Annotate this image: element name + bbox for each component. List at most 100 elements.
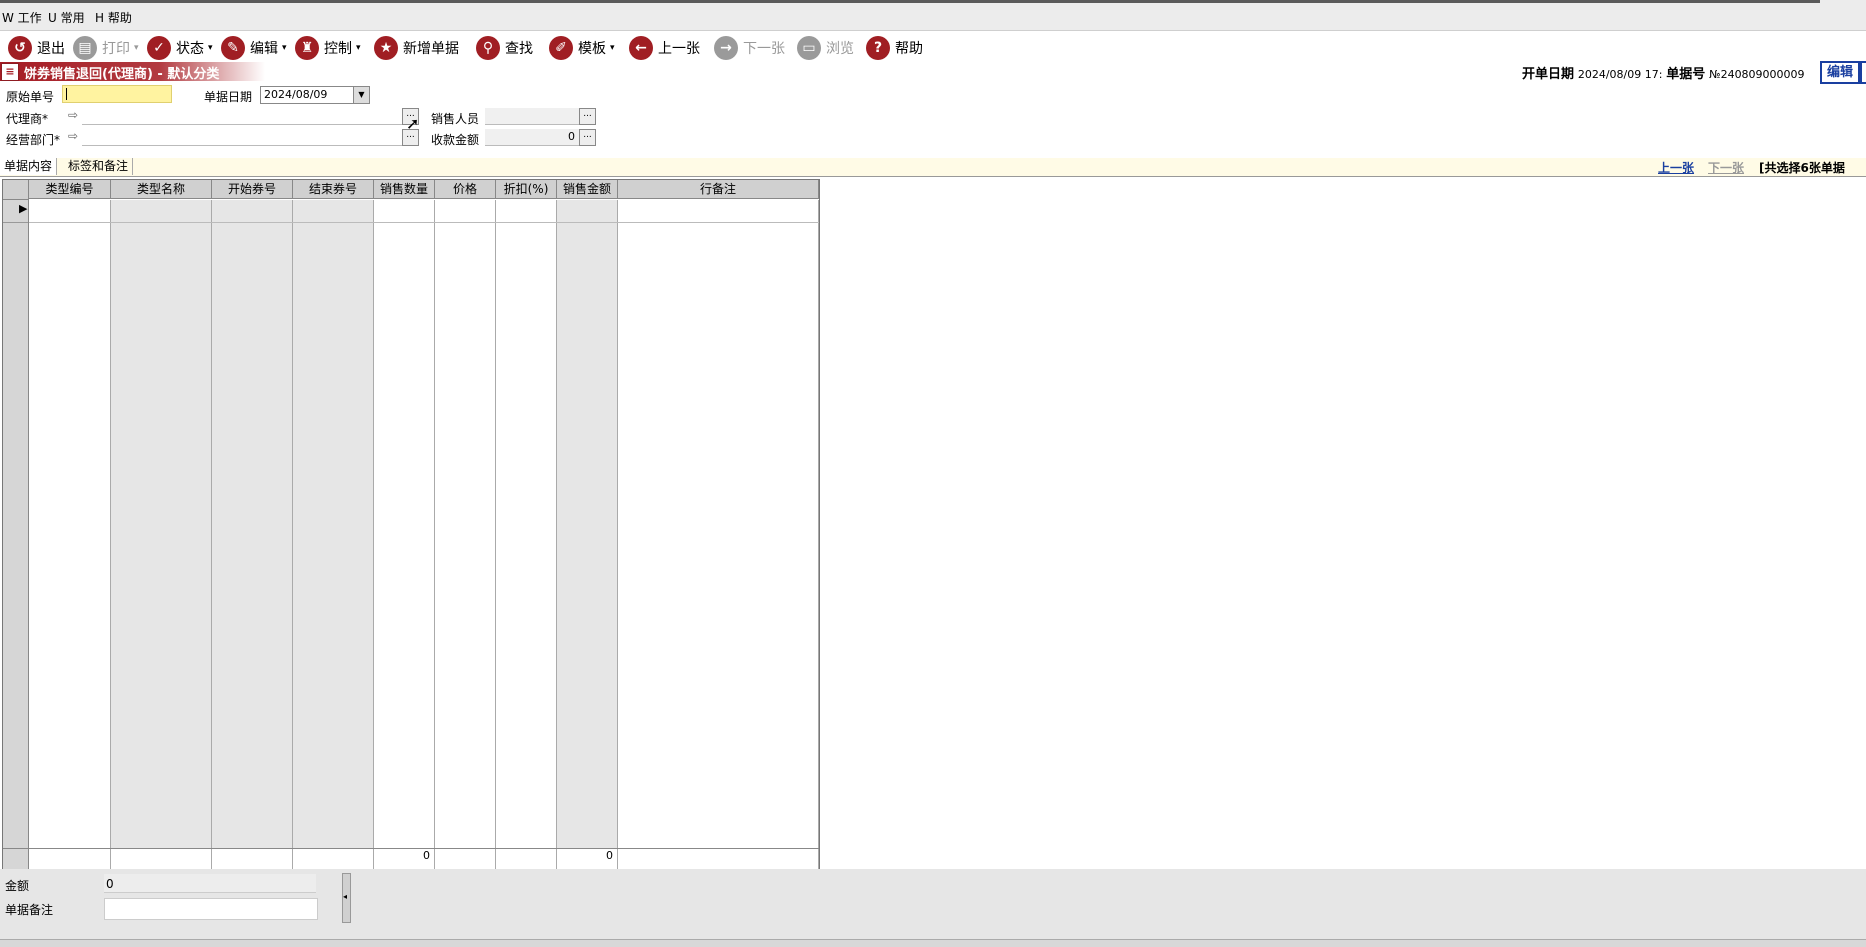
menu-bar: W 工作 U 常用 H 帮助 (0, 0, 1866, 31)
orig-no-input[interactable] (62, 85, 172, 103)
row-header-column: ▶ (3, 180, 29, 870)
menu-work[interactable]: W 工作 (2, 9, 42, 26)
new-doc-button[interactable]: ★ 新增单据 (374, 34, 459, 62)
open-date-value: 2024/08/09 17: (1577, 68, 1663, 81)
open-date-label: 开单日期 (1522, 67, 1575, 82)
dept-lookup-button[interactable]: ... (402, 129, 419, 146)
folder-icon: ▭ (797, 36, 821, 60)
arrow-right-icon: → (714, 36, 738, 60)
check-icon: ✓ (147, 36, 171, 60)
arrow-left-icon: ← (629, 36, 653, 60)
help-button[interactable]: ? 帮助 (866, 34, 923, 62)
agent-label: 代理商* (6, 112, 49, 126)
col-header-row-remark[interactable]: 行备注 (618, 180, 819, 199)
exit-button[interactable]: ↺ 退出 (8, 34, 65, 62)
tab-strip: 单据内容 标签和备注 上一张 下一张 [共选择6张单据 (0, 158, 1866, 177)
list-icon: ≡ (1, 63, 19, 81)
dept-input[interactable] (82, 129, 402, 146)
col-header-discount[interactable]: 折扣(%) (496, 180, 557, 199)
bottom-remark-label: 单据备注 (5, 903, 54, 917)
row-marker-icon: ▶ (19, 202, 28, 215)
menu-common[interactable]: U 常用 (48, 9, 85, 26)
template-button[interactable]: ✐ 模板 ▾ (549, 34, 615, 62)
printer-icon: ▤ (73, 36, 97, 60)
pencil-icon: ✎ (221, 36, 245, 60)
col-sale-amount (557, 200, 618, 848)
text-cursor (66, 88, 67, 100)
col-discount[interactable] (496, 200, 557, 848)
link-arrow-icon[interactable]: ⇨ (68, 108, 78, 122)
stamp-icon: ♜ (295, 36, 319, 60)
find-button[interactable]: ⚲ 查找 (476, 34, 533, 62)
col-header-sale-amount[interactable]: 销售金额 (557, 180, 618, 199)
table-row[interactable] (29, 200, 819, 223)
col-header-sale-qty[interactable]: 销售数量 (374, 180, 435, 199)
salesperson-input[interactable] (485, 108, 579, 125)
page-title: 饼券销售退回(代理商) - 默认分类 (24, 67, 220, 82)
undo-icon: ↺ (8, 36, 32, 60)
bottom-panel: 金额 0 单据备注 ◂ (0, 869, 1866, 939)
star-icon: ★ (374, 36, 398, 60)
header-info: 开单日期 2024/08/09 17: 单据号 №240809000009 (1522, 63, 1805, 82)
question-icon: ? (866, 36, 890, 60)
bottom-amount-label: 金额 (5, 879, 30, 893)
chevron-down-icon: ▾ (282, 43, 287, 53)
col-row-remark[interactable] (618, 200, 819, 848)
bottom-amount-field: 0 (104, 874, 316, 893)
col-start-no[interactable] (212, 200, 293, 848)
col-end-no[interactable] (293, 200, 374, 848)
nav-prev-link[interactable]: 上一张 (1658, 159, 1694, 176)
agent-input[interactable] (82, 108, 402, 125)
amount-label: 收款金额 (431, 133, 480, 147)
col-header-end-no[interactable]: 结束券号 (293, 180, 374, 199)
header-edit-button[interactable]: 编辑 (1820, 61, 1860, 84)
orig-no-label: 原始单号 (6, 90, 55, 104)
next-doc-button[interactable]: → 下一张 (714, 34, 785, 62)
chevron-down-icon: ▾ (208, 43, 213, 53)
amount-input[interactable]: 0 (485, 129, 579, 146)
edit-button[interactable]: ✎ 编辑 ▾ (221, 34, 287, 62)
remark-input[interactable] (104, 898, 318, 920)
tab-tags[interactable]: 标签和备注 (64, 158, 134, 175)
salesperson-lookup-button[interactable]: ... (579, 108, 596, 125)
toolbar: ↺ 退出 ▤ 打印 ▾ ✓ 状态 ▾ ✎ 编辑 ▾ ♜ 控制 ▾ ★ 新增单据 … (0, 31, 1866, 65)
search-icon: ⚲ (476, 36, 500, 60)
doc-no-label: 单据号 (1666, 67, 1706, 82)
col-price[interactable] (435, 200, 496, 848)
nav-next-link[interactable]: 下一张 (1708, 159, 1744, 176)
prev-doc-button[interactable]: ← 上一张 (629, 34, 700, 62)
col-type-name (111, 200, 212, 848)
detail-grid[interactable]: ▶ 类型编号 类型名称 开始券号 结束券号 销售数量 价格 折扣(%) 销售金额… (2, 179, 820, 871)
col-header-type-code[interactable]: 类型编号 (29, 180, 111, 199)
doc-date-picker[interactable]: 2024/08/09 ▼ (260, 86, 370, 104)
eraser-icon: ✐ (549, 36, 573, 60)
menu-help[interactable]: H 帮助 (95, 9, 132, 26)
salesperson-label: 销售人员 (431, 112, 480, 126)
nav-total: [共选择6张单据 (1759, 161, 1845, 175)
browse-button[interactable]: ▭ 浏览 (797, 34, 854, 62)
header-extra-button[interactable] (1860, 61, 1866, 84)
total-amount: 0 (557, 849, 618, 871)
col-header-price[interactable]: 价格 (435, 180, 496, 199)
col-sale-qty[interactable] (374, 200, 435, 848)
doc-date-label: 单据日期 (204, 90, 253, 104)
page-title-bar: ≡ 饼券销售退回(代理商) - 默认分类 (0, 62, 265, 82)
splitter-handle[interactable]: ◂ (342, 873, 351, 923)
chevron-down-icon: ▾ (610, 43, 615, 53)
chevron-down-icon: ▾ (356, 43, 361, 53)
dept-label: 经营部门* (6, 133, 61, 147)
grid-totals-row: 0 0 (29, 848, 819, 871)
control-button[interactable]: ♜ 控制 ▾ (295, 34, 361, 62)
chevron-down-icon: ▾ (134, 43, 139, 53)
tab-content[interactable]: 单据内容 (0, 158, 58, 175)
chevron-left-icon: ◂ (343, 892, 348, 901)
col-header-type-name[interactable]: 类型名称 (111, 180, 212, 199)
col-type-code[interactable] (29, 200, 111, 848)
doc-no-value: №240809000009 (1709, 68, 1805, 81)
link-arrow-icon[interactable]: ⇨ (68, 129, 78, 143)
print-button[interactable]: ▤ 打印 ▾ (73, 34, 139, 62)
col-header-start-no[interactable]: 开始券号 (212, 180, 293, 199)
chevron-down-icon[interactable]: ▼ (353, 87, 369, 103)
status-button[interactable]: ✓ 状态 ▾ (147, 34, 213, 62)
amount-lookup-button[interactable]: ... (579, 129, 596, 146)
